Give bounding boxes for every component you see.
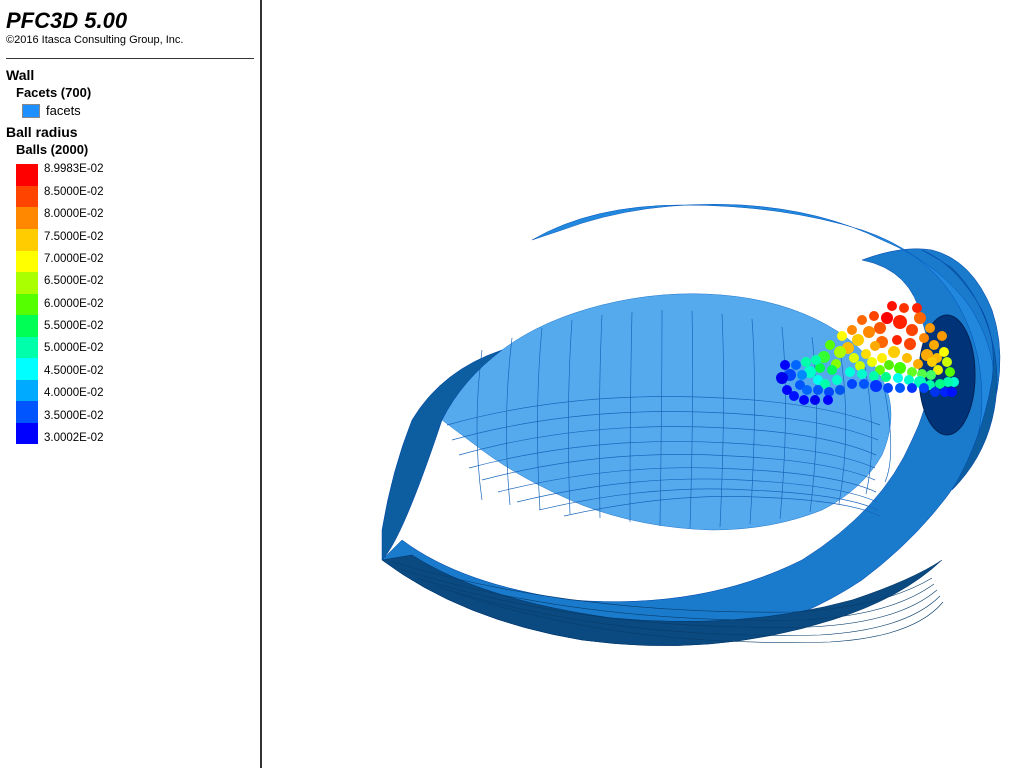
color-segment-8 [16, 337, 38, 359]
color-segment-1 [16, 186, 38, 208]
color-segment-7 [16, 315, 38, 337]
scale-label-10: 4.0000E-02 [44, 388, 103, 400]
color-segment-4 [16, 251, 38, 273]
scale-label-8: 5.0000E-02 [44, 343, 103, 355]
scale-label-2: 8.0000E-02 [44, 209, 103, 221]
left-panel: PFC3D 5.00 ©2016 Itasca Consulting Group… [0, 0, 262, 768]
color-segment-11 [16, 401, 38, 423]
scale-label-4: 7.0000E-02 [44, 254, 103, 266]
color-segment-6 [16, 294, 38, 316]
scale-label-11: 3.5000E-02 [44, 411, 103, 423]
balls-label: Balls (2000) [16, 142, 254, 157]
color-segment-12 [16, 423, 38, 445]
scale-labels: 8.9983E-02 8.5000E-02 8.0000E-02 7.5000E-02… [44, 164, 103, 444]
scale-label-0: 8.9983E-02 [44, 164, 103, 176]
app-title: PFC3D 5.00 [6, 8, 254, 34]
wall-label: Wall [6, 67, 254, 83]
3d-view [262, 0, 1024, 768]
color-segment-5 [16, 272, 38, 294]
scale-label-9: 4.5000E-02 [44, 366, 103, 378]
ball-radius-label: Ball radius [6, 124, 254, 140]
facets-label: Facets (700) [16, 85, 254, 100]
divider [6, 58, 254, 59]
color-bar [16, 164, 38, 444]
scale-label-3: 7.5000E-02 [44, 232, 103, 244]
scale-label-12: 3.0002E-02 [44, 433, 103, 445]
facets-item-text: facets [46, 103, 81, 118]
scale-label-1: 8.5000E-02 [44, 187, 103, 199]
color-scale-container: 8.9983E-02 8.5000E-02 8.0000E-02 7.5000E-02… [16, 164, 254, 444]
facet-item: facets [22, 103, 254, 118]
facet-color-box [22, 104, 40, 118]
color-segment-3 [16, 229, 38, 251]
color-segment-2 [16, 207, 38, 229]
color-segment-0 [16, 164, 38, 186]
scale-label-5: 6.5000E-02 [44, 276, 103, 288]
scale-label-6: 6.0000E-02 [44, 299, 103, 311]
color-segment-9 [16, 358, 38, 380]
viewport [262, 0, 1024, 768]
app-copyright: ©2016 Itasca Consulting Group, Inc. [6, 34, 254, 46]
scale-label-7: 5.5000E-02 [44, 321, 103, 333]
color-segment-10 [16, 380, 38, 402]
